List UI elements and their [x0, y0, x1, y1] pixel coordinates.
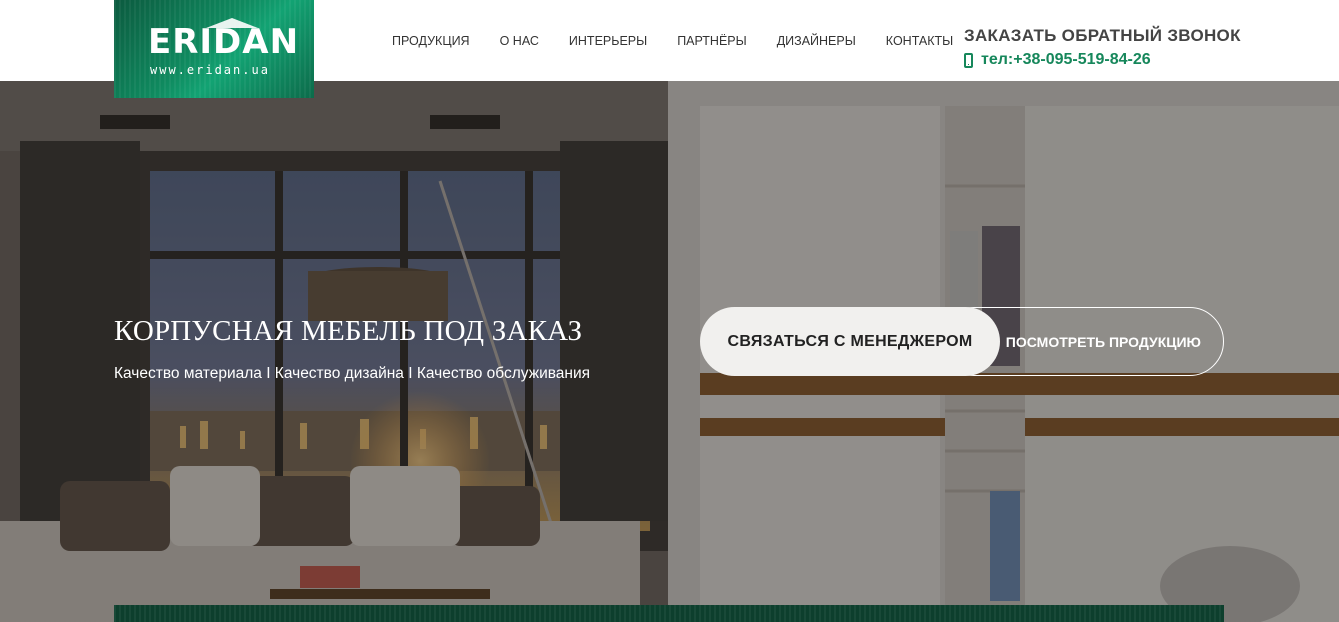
nav-item-contacts[interactable]: КОНТАКТЫ	[886, 34, 953, 48]
contact-manager-button[interactable]: Связаться с менеджером	[700, 307, 1000, 376]
phone-number: тел:+38-095-519-84-26	[981, 51, 1151, 68]
mobile-phone-icon	[964, 52, 973, 68]
nav-item-interiors[interactable]: ИНТЕРЬЕРЫ	[569, 34, 647, 48]
callback-link[interactable]: ЗАКАЗАТЬ ОБРАТНЫЙ ЗВОНОК	[964, 26, 1241, 46]
view-products-label: посмотреть продукцию	[1005, 333, 1201, 350]
hero-title: КОРПУСНАЯ МЕБЕЛЬ ПОД ЗАКАЗ	[114, 315, 583, 347]
nav-item-products[interactable]: ПРОДУКЦИЯ	[392, 34, 470, 48]
nav-item-partners[interactable]: ПАРТНЁРЫ	[677, 34, 747, 48]
logo[interactable]: ERIDAN www.eridan.ua	[114, 0, 314, 98]
logo-url: www.eridan.ua	[150, 63, 270, 77]
phone-link[interactable]: тел:+38-095-519-84-26	[964, 51, 1151, 69]
main-nav: ПРОДУКЦИЯ О НАС ИНТЕРЬЕРЫ ПАРТНЁРЫ ДИЗАЙ…	[392, 34, 983, 48]
contact-manager-label: Связаться с менеджером	[727, 332, 973, 350]
hero-subtitle: Качество материала I Качество дизайна I …	[114, 365, 591, 382]
nav-item-about[interactable]: О НАС	[500, 34, 539, 48]
hero-banner: КОРПУСНАЯ МЕБЕЛЬ ПОД ЗАКАЗ Качество мате…	[0, 81, 1339, 622]
section-bar	[114, 605, 1224, 622]
logo-wordmark: ERIDAN	[148, 22, 300, 62]
nav-item-designers[interactable]: ДИЗАЙНЕРЫ	[777, 34, 856, 48]
